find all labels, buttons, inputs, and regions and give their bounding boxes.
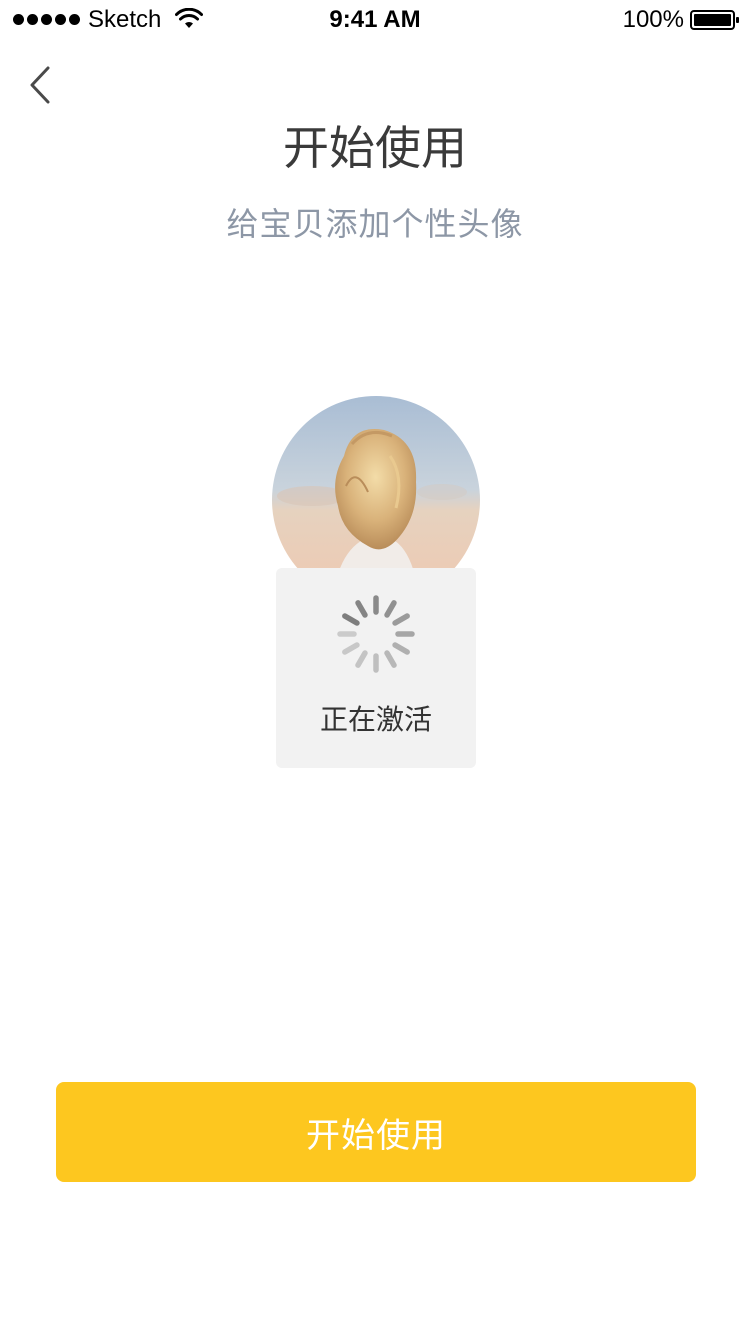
loading-toast: 正在激活 (276, 568, 476, 768)
battery-full-icon (690, 10, 739, 30)
spinner-icon (337, 595, 415, 673)
chevron-left-icon (30, 66, 50, 104)
start-button-label: 开始使用 (306, 1115, 446, 1156)
status-bar: Sketch 9:41 AM 100% (0, 0, 750, 40)
loading-text: 正在激活 (319, 703, 432, 736)
back-button[interactable] (20, 60, 60, 110)
page-subtitle: 给宝贝添加个性头像 (226, 205, 524, 243)
page-title: 开始使用 (283, 121, 467, 175)
battery-percentage: 100% (622, 6, 684, 33)
start-button[interactable]: 开始使用 (56, 1082, 696, 1182)
